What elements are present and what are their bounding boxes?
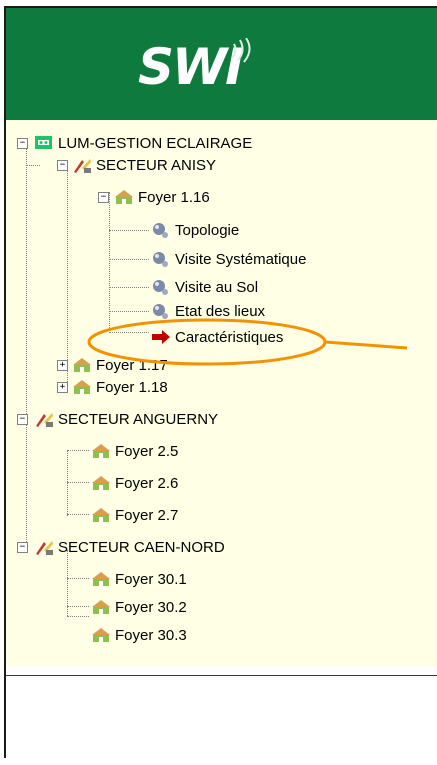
collapse-toggle[interactable]: −: [57, 160, 68, 171]
tree-line: [67, 450, 68, 516]
tree-line: [67, 606, 89, 607]
tree-sector-caen-nord[interactable]: SECTEUR CAEN-NORD: [34, 536, 225, 558]
tree-line: [109, 259, 149, 260]
expand-toggle[interactable]: +: [57, 382, 68, 393]
tree-foyer[interactable]: Foyer 30.3: [91, 624, 187, 646]
app-header: SWI: [6, 8, 437, 120]
tree-root-label: LUM-GESTION ECLAIRAGE: [58, 134, 253, 152]
tree-foyer[interactable]: Foyer 30.2: [91, 596, 187, 618]
leaf-label: Topologie: [175, 221, 240, 239]
foyer-icon: [91, 598, 111, 616]
tree-panel[interactable]: − LUM-GESTION ECLAIRAGE − SECTEUR ANISY …: [6, 120, 437, 666]
project-tree[interactable]: − LUM-GESTION ECLAIRAGE − SECTEUR ANISY …: [6, 120, 437, 666]
sector-tools-icon: [72, 156, 92, 174]
tree-leaf-visite-au-sol[interactable]: Visite au Sol: [151, 276, 258, 298]
bottom-panel: [6, 676, 437, 758]
tree-line: [109, 311, 149, 312]
tree-foyer[interactable]: Foyer 2.6: [91, 472, 178, 494]
foyer-icon: [91, 474, 111, 492]
radio-waves-icon: [231, 38, 251, 63]
tree-leaf-topologie[interactable]: Topologie: [151, 219, 239, 241]
bullet-sphere-icon: [151, 221, 171, 239]
foyer-label: Foyer 30.2: [115, 598, 187, 616]
tree-line: [26, 148, 27, 542]
collapse-toggle[interactable]: −: [17, 542, 28, 553]
foyer-icon: [91, 626, 111, 644]
bullet-sphere-icon: [151, 250, 171, 268]
foyer-icon: [72, 378, 92, 396]
foyer-label: Foyer 30.3: [115, 626, 187, 644]
tree-leaf-visite-systematique[interactable]: Visite Systématique: [151, 248, 306, 270]
tree-line: [26, 165, 40, 166]
tree-root[interactable]: LUM-GESTION ECLAIRAGE: [34, 132, 252, 154]
foyer-icon: [91, 442, 111, 460]
tree-line: [109, 287, 149, 288]
foyer-label: Foyer 1.16: [138, 188, 210, 206]
tree-line: [67, 578, 89, 579]
leaf-label: Visite Systématique: [175, 250, 307, 268]
foyer-label: Foyer 2.7: [115, 506, 179, 524]
highlight-ellipse-annotation: [87, 318, 407, 366]
foyer-icon: [91, 570, 111, 588]
tree-foyer[interactable]: Foyer 30.1: [91, 568, 187, 590]
tree-sector-anguerny[interactable]: SECTEUR ANGUERNY: [34, 408, 218, 430]
tree-line: [67, 616, 89, 617]
collapse-toggle[interactable]: −: [17, 138, 28, 149]
leaf-label: Visite au Sol: [175, 278, 259, 296]
tree-line: [67, 170, 68, 386]
foyer-label: Foyer 30.1: [115, 570, 187, 588]
tree-sector-anisy[interactable]: SECTEUR ANISY: [72, 154, 216, 176]
sector-tools-icon: [34, 538, 54, 556]
foyer-icon: [91, 506, 111, 524]
tree-line: [67, 450, 89, 451]
foyer-label: Foyer 2.5: [115, 442, 179, 460]
foyer-icon: [114, 188, 134, 206]
collapse-toggle[interactable]: −: [17, 414, 28, 425]
sector-label: SECTEUR ANISY: [96, 156, 217, 174]
sector-label: SECTEUR CAEN-NORD: [58, 538, 225, 556]
bullet-sphere-icon: [151, 278, 171, 296]
tree-line: [109, 192, 110, 330]
sector-label: SECTEUR ANGUERNY: [58, 410, 219, 428]
foyer-label: Foyer 1.18: [96, 378, 168, 396]
tree-foyer[interactable]: Foyer 2.5: [91, 440, 178, 462]
tree-line: [67, 482, 89, 483]
tree-line: [67, 514, 89, 515]
collapse-toggle[interactable]: −: [98, 192, 109, 203]
tree-foyer[interactable]: Foyer 2.7: [91, 504, 178, 526]
tree-foyer[interactable]: Foyer 1.16: [114, 186, 210, 208]
expand-toggle[interactable]: +: [57, 360, 68, 371]
tree-foyer[interactable]: Foyer 1.18: [72, 376, 168, 398]
sector-tools-icon: [34, 410, 54, 428]
tree-line: [109, 230, 149, 231]
network-icon: [34, 134, 54, 152]
foyer-label: Foyer 2.6: [115, 474, 179, 492]
